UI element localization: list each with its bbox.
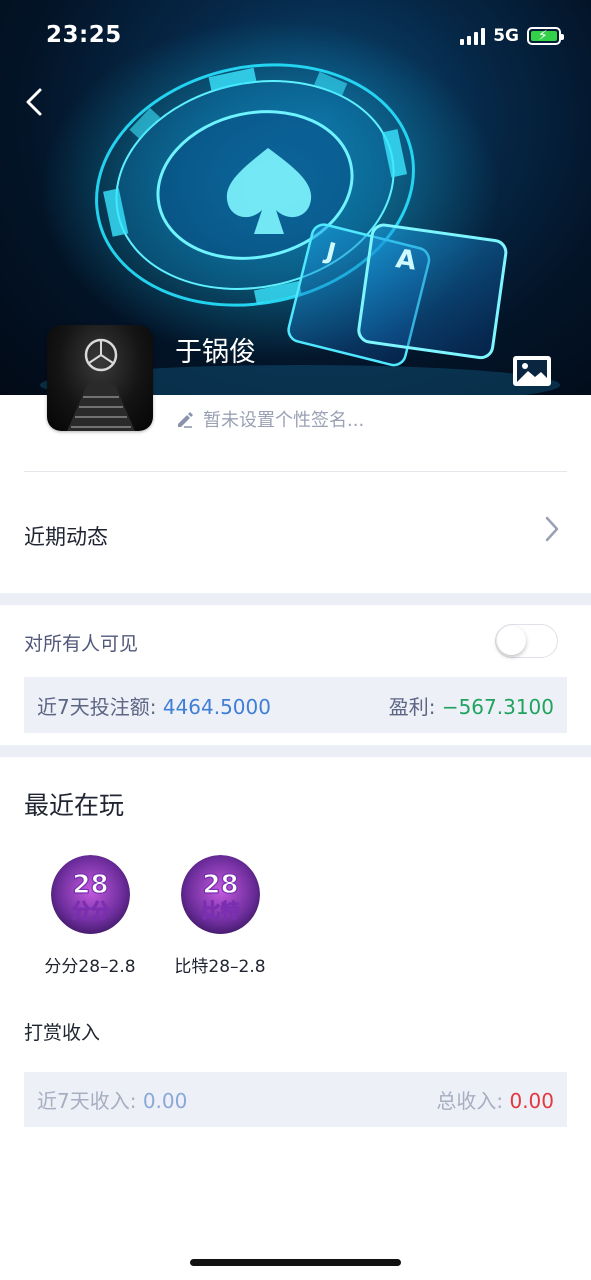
recent-income-value: 0.00 [142,1089,188,1113]
game-name: 比特28–2.8 [174,957,266,977]
bet-amount-group: 近7天投注额: 4464.5000 [37,691,271,720]
game-item[interactable]: 28 比特 比特28–2.8 [165,855,275,977]
change-cover-image-icon[interactable] [511,354,553,388]
mercedes-logo-icon [67,338,135,431]
total-income-label: 总收入: [436,1089,510,1113]
recent-income-group: 近7天收入: 0.00 [37,1085,187,1114]
game-icon-number: 28 [72,870,108,900]
profile-username: 于锅俊 [175,337,256,368]
status-time: 23:25 [46,22,122,48]
user-avatar[interactable] [47,325,153,431]
recent-activity-label: 近期动态 [24,525,108,549]
signature-edit[interactable]: 暂未设置个性签名... [175,406,364,432]
total-income-group: 总收入: 0.00 [436,1085,554,1114]
game-icon: 28 分分 [50,855,130,934]
visibility-label: 对所有人可见 [24,633,139,655]
game-name: 分分28–2.8 [44,957,136,977]
game-icon-text: 分分 [71,900,109,922]
network-type: 5G [493,26,519,46]
income-summary: 近7天收入: 0.00 总收入: 0.00 [24,1072,567,1127]
section-separator [0,745,591,757]
rewards-title: 打赏收入 [24,1022,101,1044]
recent-activity-row[interactable]: 近期动态 [0,492,591,576]
bet-amount-label: 近7天投注额: [37,694,163,719]
profit-group: 盈利: −567.3100 [389,691,554,720]
chevron-right-icon [545,516,559,542]
signal-icon [460,27,486,45]
section-separator [0,593,591,605]
toggle-knob [497,626,526,655]
profit-value: −567.3100 [441,694,554,719]
game-icon-text: 比特 [201,900,239,922]
signature-placeholder: 暂未设置个性签名... [203,410,365,431]
battery-icon: ⚡ [527,27,564,45]
divider [24,471,567,472]
visibility-toggle[interactable] [495,624,558,658]
betting-summary: 近7天投注额: 4464.5000 盈利: −567.3100 [24,677,567,733]
game-icon-number: 28 [202,870,238,900]
home-indicator[interactable] [190,1259,401,1266]
profit-label: 盈利: [388,694,442,719]
svg-text:A: A [394,244,418,277]
game-icon: 28 比特 [180,855,260,934]
status-indicators: 5G ⚡ [460,26,564,46]
total-income-value: 0.00 [509,1089,554,1113]
back-arrow-icon[interactable] [20,84,52,120]
game-item[interactable]: 28 分分 分分28–2.8 [35,855,145,977]
recently-playing-title: 最近在玩 [24,791,125,820]
bet-amount-value: 4464.5000 [162,694,271,719]
pencil-icon [178,412,193,428]
recent-income-label: 近7天收入: [37,1089,143,1113]
